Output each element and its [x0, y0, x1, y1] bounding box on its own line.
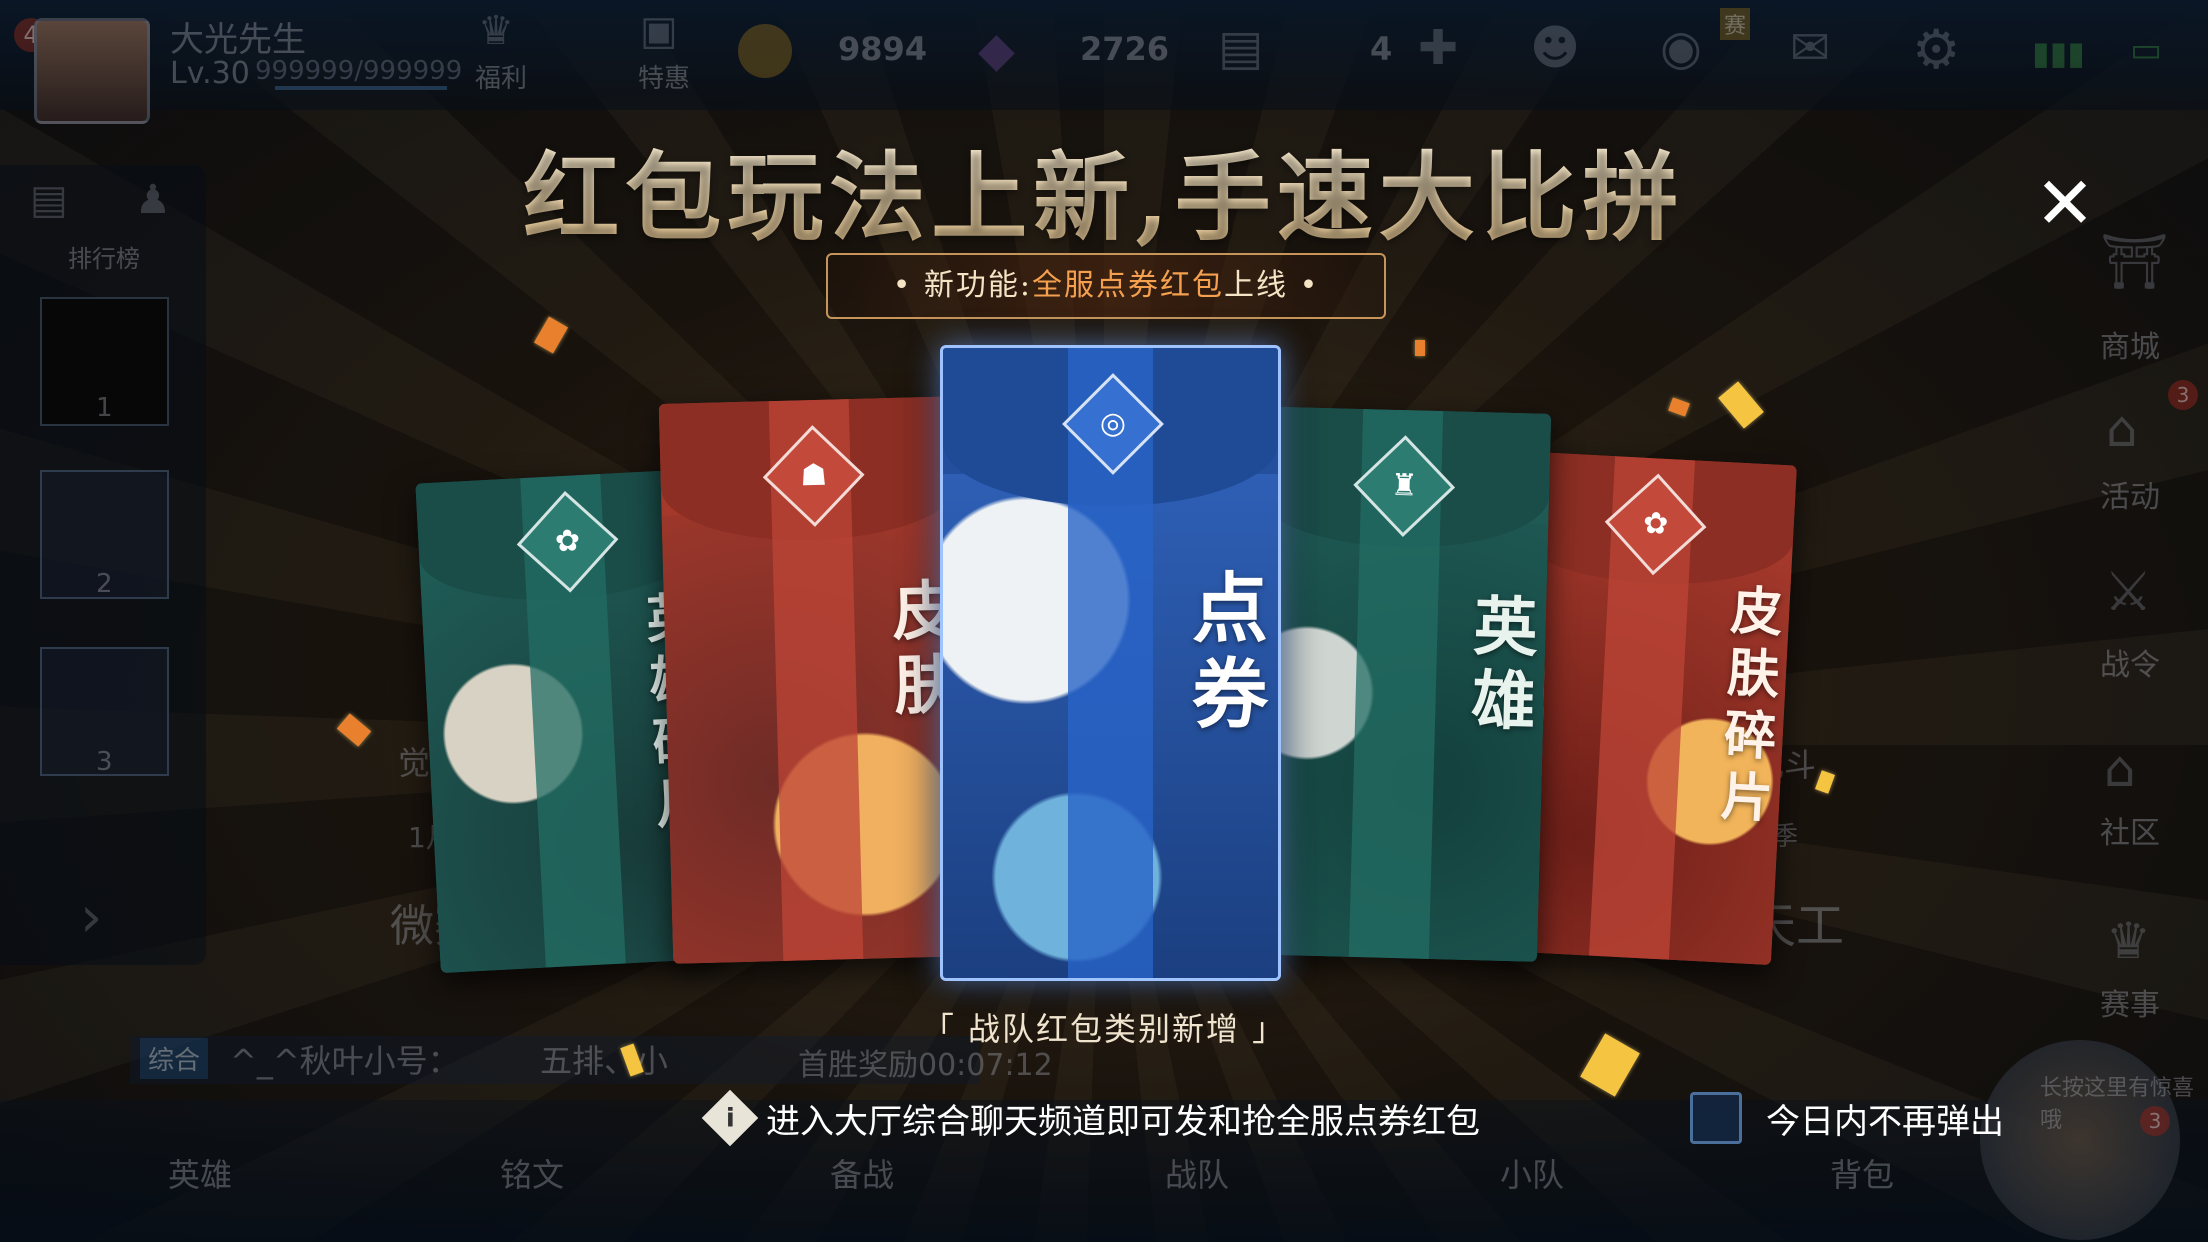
info-text: 进入大厅综合聊天频道即可发和抢全服点券红包: [766, 1101, 1480, 1142]
category-caption: 「 战队红包类别新增 」: [921, 1010, 1287, 1048]
info-icon: i: [701, 1089, 759, 1147]
dont-show-checkbox[interactable]: [1690, 1092, 1742, 1144]
info-line: i 进入大厅综合聊天频道即可发和抢全服点券红包: [701, 1089, 1480, 1147]
banner-highlight: 全服点券红包: [1032, 268, 1225, 303]
dont-show-today[interactable]: 今日内不再弹出: [1690, 1092, 2004, 1144]
banner-label: • 新功能:: [892, 268, 1033, 303]
feature-banner: • 新功能:全服点券红包上线 •: [826, 253, 1386, 319]
red-packet-card-hero[interactable]: ♜ 英雄: [1240, 406, 1552, 962]
red-packet-card-skin[interactable]: ☗ 皮肤: [658, 396, 974, 964]
card-label: 点券: [1179, 568, 1268, 740]
banner-tail: 上线 •: [1224, 268, 1320, 303]
card-label: 皮肤: [880, 576, 960, 727]
popup-title: 红包玩法上新,手速大比拼: [0, 120, 2208, 259]
close-icon[interactable]: ✕: [2030, 167, 2100, 239]
card-label: 英雄: [1459, 591, 1539, 742]
dont-show-label[interactable]: 今日内不再弹出: [1766, 1094, 2004, 1143]
confetti-piece: [1415, 340, 1425, 356]
red-packet-card-coupon[interactable]: ◎ 点券: [940, 345, 1281, 981]
